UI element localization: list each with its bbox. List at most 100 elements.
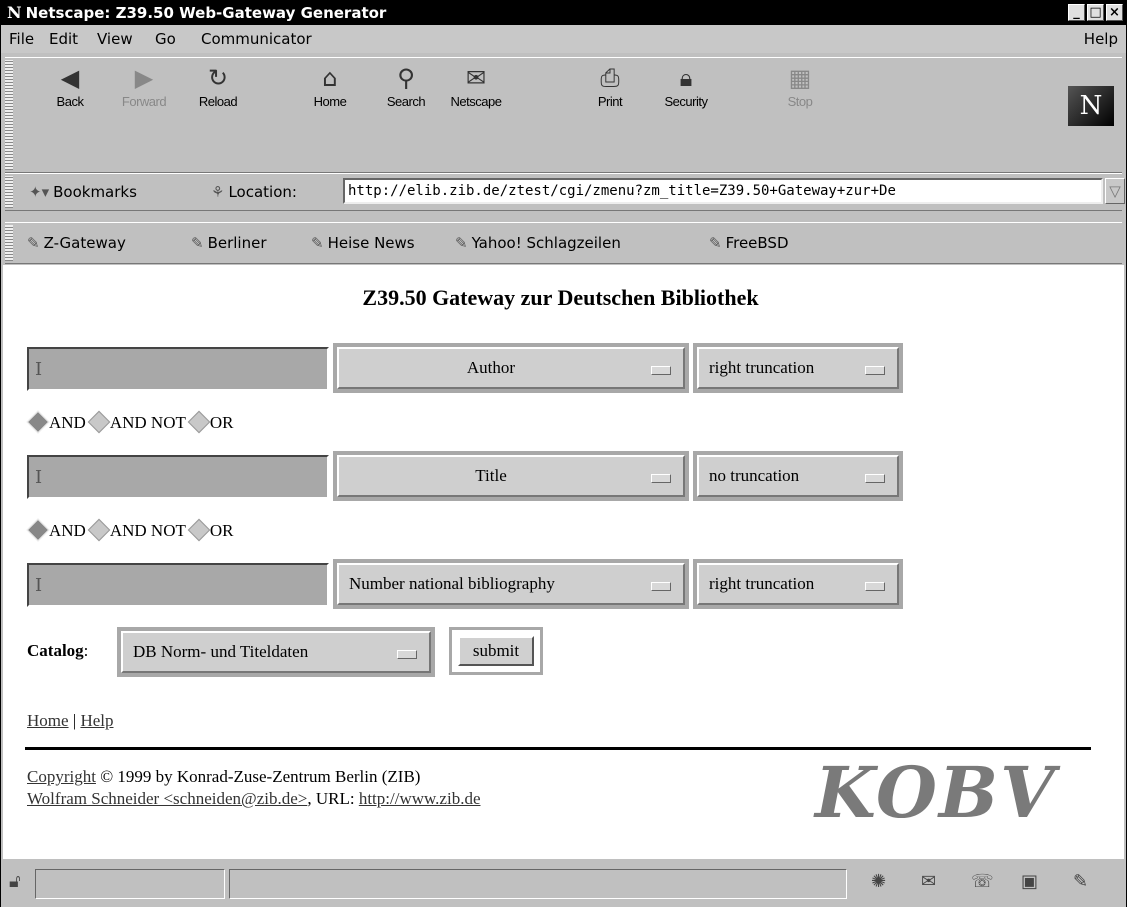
security-button[interactable]: 🔒︎ Security: [651, 62, 721, 109]
truncation-select-3[interactable]: right truncation: [693, 559, 903, 609]
menu-view[interactable]: View: [97, 25, 133, 53]
footer-nav: Home | Help: [27, 711, 114, 731]
content-area: Z39.50 Gateway zur Deutschen Bibliothek …: [3, 265, 1124, 859]
home-button[interactable]: ⌂ Home: [295, 62, 365, 109]
truncation-select-3-value: right truncation: [709, 574, 815, 593]
catalog-select[interactable]: DB Norm- und Titeldaten: [117, 627, 435, 677]
label-or-1: OR: [209, 413, 234, 432]
radio-or-2[interactable]: [187, 518, 211, 542]
back-label: Back: [56, 94, 84, 109]
back-button[interactable]: ◀ Back: [35, 62, 105, 109]
zib-url-link[interactable]: http://www.zib.de: [359, 789, 481, 808]
close-button[interactable]: ×: [1106, 4, 1123, 21]
author-email-link[interactable]: Wolfram Schneider <schneiden@zib.de>: [27, 789, 307, 808]
security-lock-icon[interactable]: 🔓︎: [9, 871, 21, 892]
location-toolbar: ✦▾ Bookmarks ⚘ Location: http://elib.zib.d…: [5, 173, 1125, 211]
catalog-label: Catalog:: [27, 641, 89, 660]
menu-edit[interactable]: Edit: [49, 25, 78, 53]
netscape-icon: ✉: [465, 64, 487, 92]
menu-help[interactable]: Help: [1084, 25, 1118, 53]
bookmarks-icon: ✦▾: [29, 183, 50, 201]
lock-icon: 🔒︎: [679, 64, 693, 92]
help-link[interactable]: Help: [80, 711, 113, 730]
attribute-select-3[interactable]: Number national bibliography: [333, 559, 689, 609]
menu-file[interactable]: File: [9, 25, 34, 53]
netscape-label: Netscape: [450, 94, 502, 109]
link-heise-news[interactable]: ✎ Heise News: [311, 223, 415, 263]
radio-and-1[interactable]: [26, 410, 50, 434]
option-menu-icon: [651, 366, 671, 375]
search-field-1[interactable]: I: [27, 347, 329, 391]
forward-label: Forward: [121, 94, 167, 109]
mail-icon[interactable]: ✉: [921, 871, 936, 892]
forward-button[interactable]: ▶ Forward: [109, 62, 179, 109]
personal-grip[interactable]: [5, 225, 13, 261]
navigator-icon[interactable]: ✺: [871, 871, 886, 892]
minimize-button[interactable]: _: [1068, 4, 1085, 21]
composer-icon[interactable]: ▣: [1021, 871, 1038, 892]
link-berliner[interactable]: ✎ Berliner: [191, 223, 267, 263]
link-z-gateway[interactable]: ✎ Z-Gateway: [27, 223, 126, 263]
label-and-2: AND: [49, 521, 86, 540]
forward-arrow-icon: ▶: [134, 64, 154, 92]
link-heise-news-label: Heise News: [327, 234, 415, 252]
search-field-2[interactable]: I: [27, 455, 329, 499]
discussion-icon[interactable]: ☏: [971, 871, 994, 892]
netscape-button[interactable]: ✉ Netscape: [441, 62, 511, 109]
maximize-button[interactable]: □: [1087, 4, 1104, 21]
window-title: Netscape: Z39.50 Web-Gateway Generator: [25, 4, 387, 22]
stop-button[interactable]: ▦ Stop: [765, 62, 835, 109]
link-freebsd-label: FreeBSD: [725, 234, 789, 252]
bookmark-icon: ✎: [27, 234, 40, 252]
print-button[interactable]: ⎙ Print: [575, 62, 645, 109]
link-freebsd[interactable]: ✎ FreeBSD: [709, 223, 789, 263]
option-menu-icon: [865, 582, 885, 591]
radio-and-not-1[interactable]: [87, 410, 111, 434]
copyright-link[interactable]: Copyright: [27, 767, 96, 786]
link-yahoo-label: Yahoo! Schlagzeilen: [471, 234, 621, 252]
reload-button[interactable]: ↻ Reload: [183, 62, 253, 109]
submit-label: submit: [458, 636, 534, 666]
attribute-select-2-value: Title: [475, 466, 507, 485]
url-dropdown-icon[interactable]: ▽: [1105, 178, 1125, 204]
attribute-select-2[interactable]: Title: [333, 451, 689, 501]
location-icon[interactable]: ⚘: [211, 183, 224, 201]
radio-or-1[interactable]: [187, 410, 211, 434]
component-bar: ✺ ✉ ☏ ▣ ✎: [851, 869, 1123, 899]
bookmark-icon: ✎: [311, 234, 324, 252]
url-field[interactable]: http://elib.zib.de/ztest/cgi/zmenu?zm_ti…: [343, 178, 1103, 204]
location-label: Location:: [228, 183, 297, 201]
menu-go[interactable]: Go: [155, 25, 176, 53]
home-link[interactable]: Home: [27, 711, 69, 730]
submit-button[interactable]: submit: [449, 627, 543, 675]
print-label: Print: [597, 94, 623, 109]
attribute-select-3-value: Number national bibliography: [349, 574, 555, 593]
location-grip[interactable]: [5, 176, 13, 208]
menu-communicator[interactable]: Communicator: [201, 25, 312, 53]
search-button[interactable]: ⚲ Search: [371, 62, 441, 109]
bookmarks-label: Bookmarks: [53, 183, 137, 201]
attribute-select-1-value: Author: [466, 358, 516, 377]
toolbar-grip[interactable]: [5, 60, 13, 170]
back-arrow-icon: ◀: [60, 64, 80, 92]
text-cursor-icon: I: [35, 359, 43, 380]
bookmarks-button[interactable]: ✦▾ Bookmarks: [29, 174, 137, 210]
menu-bar: File Edit View Go Communicator Help: [1, 25, 1126, 53]
search-icon: ⚲: [397, 64, 415, 92]
option-menu-icon: [651, 474, 671, 483]
search-field-3[interactable]: I: [27, 563, 329, 607]
truncation-select-2[interactable]: no truncation: [693, 451, 903, 501]
option-menu-icon: [397, 650, 417, 659]
edit-icon[interactable]: ✎: [1073, 871, 1088, 892]
radio-and-not-2[interactable]: [87, 518, 111, 542]
netscape-throbber-icon[interactable]: N: [1068, 86, 1114, 126]
text-cursor-icon: I: [35, 575, 43, 596]
attribute-select-1[interactable]: Author: [333, 343, 689, 393]
url-label: , URL:: [307, 789, 359, 808]
radio-and-2[interactable]: [26, 518, 50, 542]
link-yahoo[interactable]: ✎ Yahoo! Schlagzeilen: [455, 223, 621, 263]
option-menu-icon: [865, 366, 885, 375]
label-and-1: AND: [49, 413, 86, 432]
truncation-select-1[interactable]: right truncation: [693, 343, 903, 393]
printer-icon: ⎙: [600, 64, 620, 92]
